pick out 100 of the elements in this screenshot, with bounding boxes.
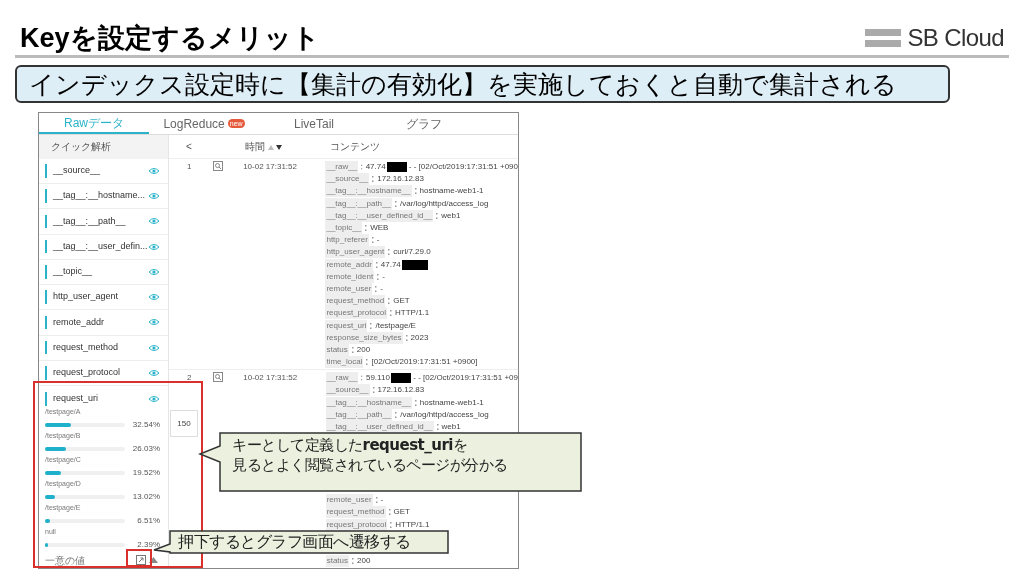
field-key: __tag__:__hostname__: [325, 185, 412, 198]
field-value: GET: [393, 506, 410, 519]
colon-icon: [377, 273, 380, 280]
eye-icon[interactable]: [148, 192, 160, 201]
search-icon[interactable]: [213, 372, 224, 383]
search-icon[interactable]: [213, 161, 224, 171]
field-key: http_referer: [325, 234, 369, 247]
eye-icon[interactable]: [148, 217, 160, 226]
field-value: GET: [393, 295, 410, 308]
eye-icon[interactable]: [148, 343, 160, 352]
field-key: __tag__:__user_defined_id__: [325, 421, 434, 434]
logo-text: SB Cloud: [907, 26, 1004, 50]
field-key: __topic__: [325, 222, 363, 235]
field-key: response_size_bytes: [325, 331, 403, 344]
colon-icon: [388, 298, 391, 305]
field-item[interactable]: __topic__: [39, 259, 168, 285]
colon-icon: [414, 188, 417, 195]
field-key: request_method: [325, 295, 386, 308]
eye-icon[interactable]: [148, 166, 160, 175]
field-value: 172.16.12.83: [377, 384, 425, 397]
row-index: 1: [186, 161, 193, 173]
field-value: 59.110: [365, 372, 390, 385]
field-key: request_protocol: [325, 518, 388, 531]
column-header[interactable]: 時間: [245, 139, 265, 154]
eye-icon[interactable]: [148, 368, 160, 377]
field-key: __source__: [325, 384, 370, 397]
sidebar-header: クイック解析: [39, 135, 168, 159]
eye-icon[interactable]: [148, 293, 160, 302]
field-value: -: [376, 234, 380, 247]
field-item[interactable]: request_protocol: [39, 360, 168, 386]
time-cell-text: 10-02 17:31:52: [243, 372, 299, 385]
eye-icon[interactable]: [148, 318, 160, 327]
field-value: 47.74: [380, 258, 401, 271]
tab[interactable]: LiveTail: [259, 113, 369, 134]
percent-text: 26.03%: [132, 442, 160, 455]
field-value: -: [382, 270, 385, 283]
colon-icon: [366, 359, 369, 366]
field-key: time_local: [325, 356, 364, 369]
colon-icon: [375, 285, 378, 292]
field-value: web1: [441, 209, 461, 222]
field-key: http_user_agent: [325, 246, 386, 259]
field-item[interactable]: request_uri: [45, 391, 160, 407]
field-value: [02/Oct/2019:17:31:51 +0900]: [371, 356, 478, 369]
field-value: web1: [441, 421, 461, 434]
callout-text: 押下するとグラフ画面へ遷移する: [178, 532, 411, 552]
field-key: __raw__: [325, 161, 359, 174]
colon-icon: [372, 176, 375, 183]
percent-text: 6.51%: [137, 514, 160, 527]
colon-icon: [390, 521, 393, 528]
field-item[interactable]: __tag__:__hostname...: [39, 184, 168, 210]
colon-icon: [436, 212, 439, 219]
field-key: __tag__:__path__: [325, 197, 392, 210]
colon-icon: [365, 225, 368, 232]
field-value: - - [02/Oct/2019:17:31:51 +090: [408, 161, 518, 174]
colon-icon: [372, 387, 375, 394]
field-value: /testpage/E: [375, 319, 416, 332]
field-value: HTTP/1.1: [395, 518, 430, 531]
colon-icon: [375, 261, 378, 268]
field-key: __raw__: [325, 372, 359, 385]
slide-title: Keyを設定するメリット: [20, 25, 320, 52]
chart-link-icon[interactable]: [136, 555, 146, 565]
callout-text: キーとして定義したrequest_uriを: [232, 435, 469, 455]
colon-icon: [414, 399, 417, 406]
field-value: hostname-web1-1: [419, 396, 484, 409]
field-value: -: [380, 282, 384, 295]
field-value: hostname-web1-1: [419, 185, 484, 198]
collapse-button[interactable]: <: [169, 139, 245, 154]
field-value: - - [02/Oct/2019:17:31:51 +09: [413, 372, 518, 385]
row-index: 2: [186, 372, 193, 385]
field-key: request_uri: [325, 319, 368, 332]
logo-icon: [865, 27, 902, 49]
field-item[interactable]: remote_addr: [39, 310, 168, 336]
eye-icon[interactable]: [148, 242, 160, 251]
colon-icon: [351, 346, 354, 353]
field-key: remote_addr: [325, 258, 373, 271]
colon-icon: [405, 334, 408, 341]
eye-icon[interactable]: [148, 267, 160, 276]
field-item[interactable]: __tag__:__user_defin...: [39, 234, 168, 260]
field-value: 172.16.12.83: [377, 173, 424, 186]
callout-text: 見るとよく閲覧されているページが分かる: [232, 455, 508, 475]
sort-icon[interactable]: [268, 143, 282, 150]
field-value: 47.74: [365, 161, 386, 174]
field-value: WEB: [370, 222, 389, 235]
field-item[interactable]: http_user_agent: [39, 285, 168, 311]
field-value: -: [380, 494, 384, 507]
field-key: status: [325, 555, 350, 568]
field-item[interactable]: __source__: [39, 158, 168, 184]
eye-icon[interactable]: [148, 395, 160, 403]
caret-up-icon[interactable]: [149, 557, 158, 563]
tab[interactable]: グラフ: [369, 113, 479, 134]
field-item[interactable]: __tag__:__path__: [39, 209, 168, 235]
field-item[interactable]: request_method: [39, 335, 168, 361]
percent-text: 19.52%: [132, 466, 160, 479]
footer-label: 一意の値: [45, 553, 85, 568]
field-value: HTTP/1.1: [395, 307, 430, 320]
tooltip: 150: [170, 410, 198, 437]
colon-icon: [375, 497, 378, 504]
field-key: __source__: [325, 173, 370, 186]
field-key: request_method: [325, 506, 386, 519]
colon-icon: [394, 200, 397, 207]
